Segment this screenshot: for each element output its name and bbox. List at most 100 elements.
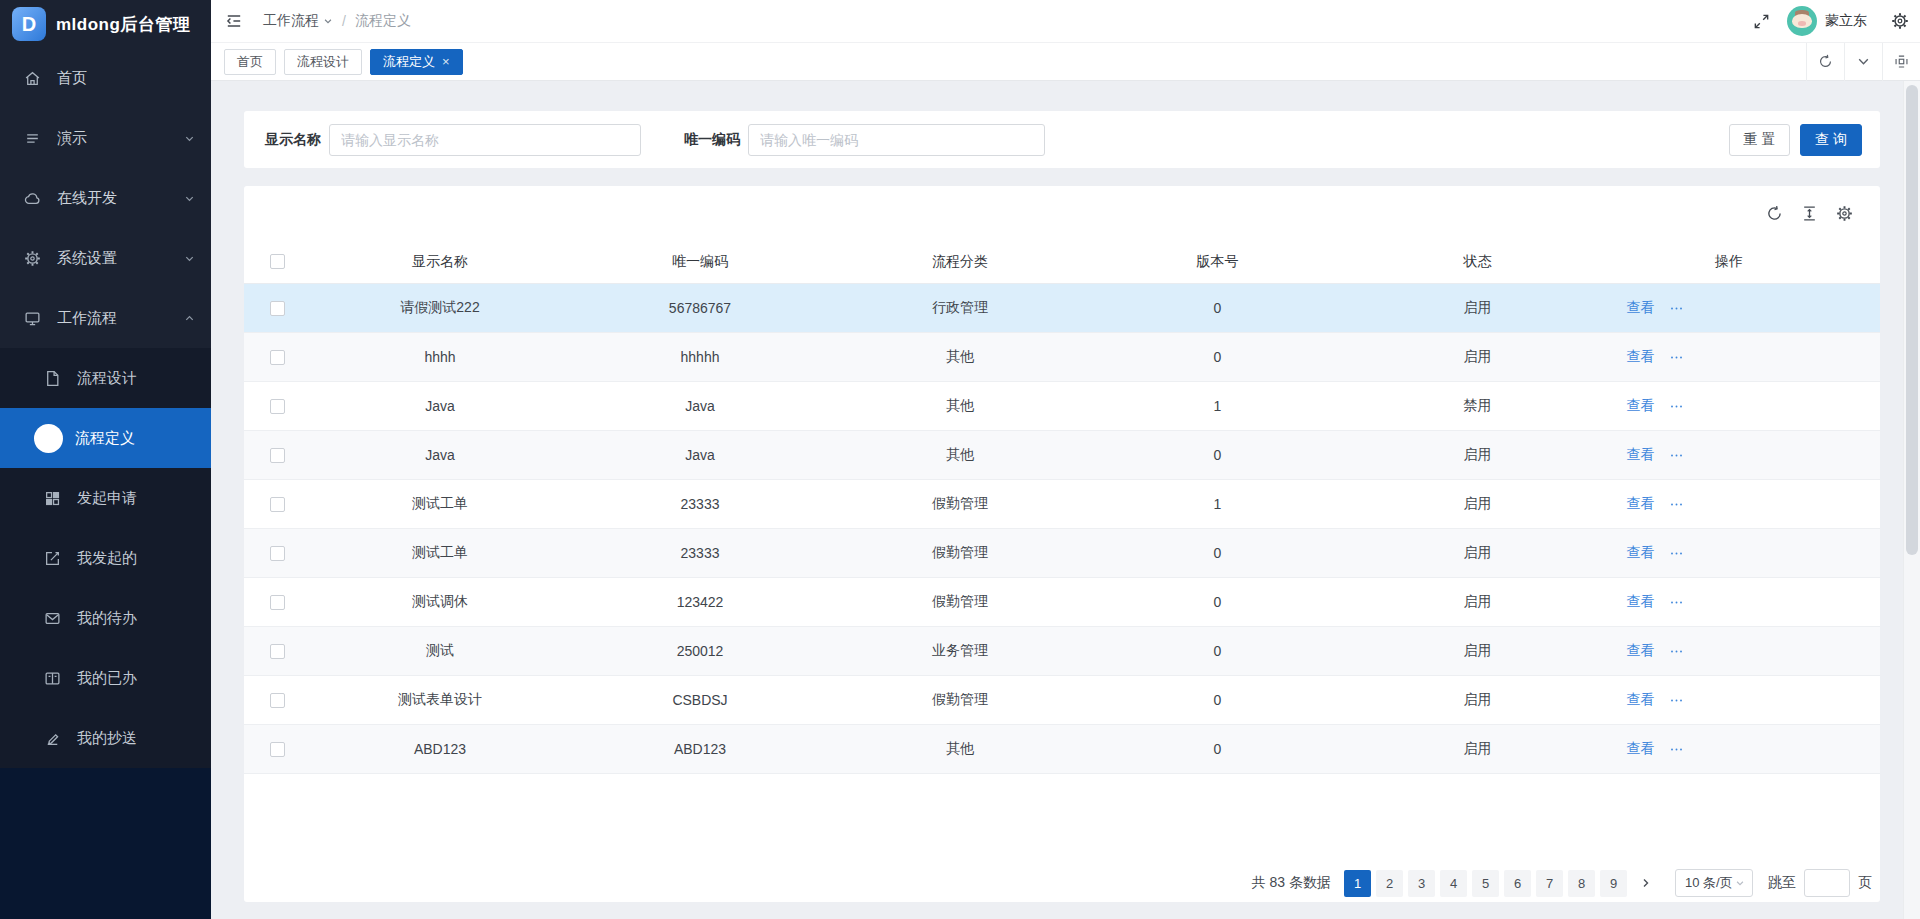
scrollbar[interactable] xyxy=(1903,81,1920,919)
fullscreen-icon[interactable] xyxy=(1753,13,1770,30)
more-actions-icon[interactable] xyxy=(1669,350,1684,365)
sidebar-item-process-definition[interactable]: 流程定义 xyxy=(0,408,211,468)
table-row[interactable]: 测试工单 23333 假勤管理 0 启用 查看 xyxy=(244,529,1880,578)
gear-icon[interactable] xyxy=(1891,12,1909,30)
close-icon[interactable]: × xyxy=(442,55,450,68)
view-link[interactable]: 查看 xyxy=(1627,495,1655,513)
checkbox[interactable] xyxy=(270,693,285,708)
refresh-icon[interactable] xyxy=(1766,205,1783,222)
sidebar-item-my-done[interactable]: 我的已办 xyxy=(0,648,211,708)
more-actions-icon[interactable] xyxy=(1669,693,1684,708)
table-row[interactable]: 测试 250012 业务管理 0 启用 查看 xyxy=(244,627,1880,676)
view-link[interactable]: 查看 xyxy=(1627,691,1655,709)
sidebar-item-home[interactable]: 首页 xyxy=(0,48,211,108)
more-actions-icon[interactable] xyxy=(1669,644,1684,659)
view-link[interactable]: 查看 xyxy=(1627,544,1655,562)
list-icon xyxy=(24,130,41,147)
more-actions-icon[interactable] xyxy=(1669,301,1684,316)
sidebar-item-workflow[interactable]: 工作流程 xyxy=(0,288,211,348)
tab-options-button[interactable] xyxy=(1844,43,1882,81)
code-input[interactable] xyxy=(748,124,1045,156)
page-button[interactable]: 4 xyxy=(1440,870,1467,897)
cell-category: 其他 xyxy=(830,397,1090,415)
page-button[interactable]: 5 xyxy=(1472,870,1499,897)
view-link[interactable]: 查看 xyxy=(1627,446,1655,464)
view-link[interactable]: 查看 xyxy=(1627,593,1655,611)
page-button[interactable]: 3 xyxy=(1408,870,1435,897)
checkbox[interactable] xyxy=(270,399,285,414)
sidebar-item-my-todo[interactable]: 我的待办 xyxy=(0,588,211,648)
table-row[interactable]: 测试表单设计 CSBDSJ 假勤管理 0 启用 查看 xyxy=(244,676,1880,725)
checkbox[interactable] xyxy=(270,644,285,659)
view-link[interactable]: 查看 xyxy=(1627,642,1655,660)
more-actions-icon[interactable] xyxy=(1669,448,1684,463)
page-button[interactable]: 2 xyxy=(1376,870,1403,897)
sidebar-item-demo[interactable]: 演示 xyxy=(0,108,211,168)
cell-actions: 查看 xyxy=(1610,397,1880,415)
cell-name: hhhh xyxy=(310,349,570,365)
more-actions-icon[interactable] xyxy=(1669,497,1684,512)
select-all-checkbox[interactable] xyxy=(244,254,310,269)
cell-version: 0 xyxy=(1090,447,1345,463)
query-button[interactable]: 查询 xyxy=(1800,124,1862,156)
view-link[interactable]: 查看 xyxy=(1627,740,1655,758)
table-row[interactable]: 测试调休 123422 假勤管理 0 启用 查看 xyxy=(244,578,1880,627)
breadcrumb-current: 流程定义 xyxy=(355,12,411,30)
table-row[interactable]: 测试工单 23333 假勤管理 1 启用 查看 xyxy=(244,480,1880,529)
jump-page-input[interactable] xyxy=(1804,869,1850,897)
user-name[interactable]: 蒙立东 xyxy=(1825,12,1867,30)
page-button[interactable]: 7 xyxy=(1536,870,1563,897)
table-row[interactable]: ABD123 ABD123 其他 0 启用 查看 xyxy=(244,725,1880,774)
checkbox[interactable] xyxy=(270,546,285,561)
sidebar-item-label: 我发起的 xyxy=(77,549,137,568)
avatar[interactable] xyxy=(1787,6,1817,36)
more-actions-icon[interactable] xyxy=(1669,399,1684,414)
gear-icon[interactable] xyxy=(1836,205,1853,222)
menu-fold-icon[interactable] xyxy=(225,12,243,30)
tab-process-definition[interactable]: 流程定义× xyxy=(370,49,463,75)
name-input[interactable] xyxy=(329,124,641,156)
checkbox[interactable] xyxy=(270,448,285,463)
view-link[interactable]: 查看 xyxy=(1627,397,1655,415)
chevron-down-icon xyxy=(184,193,195,204)
table-row[interactable]: Java Java 其他 1 禁用 查看 xyxy=(244,382,1880,431)
row-checkbox-cell xyxy=(244,399,310,414)
view-link[interactable]: 查看 xyxy=(1627,348,1655,366)
page-button[interactable]: 9 xyxy=(1600,870,1627,897)
checkbox[interactable] xyxy=(270,301,285,316)
sidebar-item-online-dev[interactable]: 在线开发 xyxy=(0,168,211,228)
tab-process-design[interactable]: 流程设计 xyxy=(284,49,362,75)
page-button[interactable]: 1 xyxy=(1344,870,1371,897)
checkbox[interactable] xyxy=(270,595,285,610)
sidebar-item-system-settings[interactable]: 系统设置 xyxy=(0,228,211,288)
checkbox[interactable] xyxy=(270,742,285,757)
more-actions-icon[interactable] xyxy=(1669,595,1684,610)
tab-home[interactable]: 首页 xyxy=(224,49,276,75)
checkbox[interactable] xyxy=(270,497,285,512)
maximize-button[interactable] xyxy=(1882,43,1920,81)
checkbox[interactable] xyxy=(270,350,285,365)
table-row[interactable]: hhhh hhhhh 其他 0 启用 查看 xyxy=(244,333,1880,382)
breadcrumb-parent[interactable]: 工作流程 xyxy=(263,12,333,30)
scrollbar-thumb[interactable] xyxy=(1906,85,1918,555)
cell-status: 启用 xyxy=(1345,544,1610,562)
page-button[interactable]: 6 xyxy=(1504,870,1531,897)
more-actions-icon[interactable] xyxy=(1669,742,1684,757)
table-row[interactable]: 请假测试222 56786767 行政管理 0 启用 查看 xyxy=(244,284,1880,333)
row-checkbox-cell xyxy=(244,301,310,316)
sidebar-item-my-cc[interactable]: 我的抄送 xyxy=(0,708,211,768)
checkbox[interactable] xyxy=(270,254,285,269)
reset-button[interactable]: 重置 xyxy=(1729,124,1790,156)
page-size-select[interactable]: 10 条/页 xyxy=(1675,869,1753,897)
sidebar-item-process-design[interactable]: 流程设计 xyxy=(0,348,211,408)
page-button[interactable]: 8 xyxy=(1568,870,1595,897)
sidebar-item-start-application[interactable]: 发起申请 xyxy=(0,468,211,528)
sidebar-item-my-initiated[interactable]: 我发起的 xyxy=(0,528,211,588)
table-row[interactable]: Java Java 其他 0 启用 查看 xyxy=(244,431,1880,480)
refresh-button[interactable] xyxy=(1806,43,1844,81)
column-height-icon[interactable] xyxy=(1801,205,1818,222)
next-page-button[interactable] xyxy=(1632,870,1659,897)
more-actions-icon[interactable] xyxy=(1669,546,1684,561)
table-header: 显示名称 唯一编码 流程分类 版本号 状态 操作 xyxy=(244,240,1880,284)
view-link[interactable]: 查看 xyxy=(1627,299,1655,317)
